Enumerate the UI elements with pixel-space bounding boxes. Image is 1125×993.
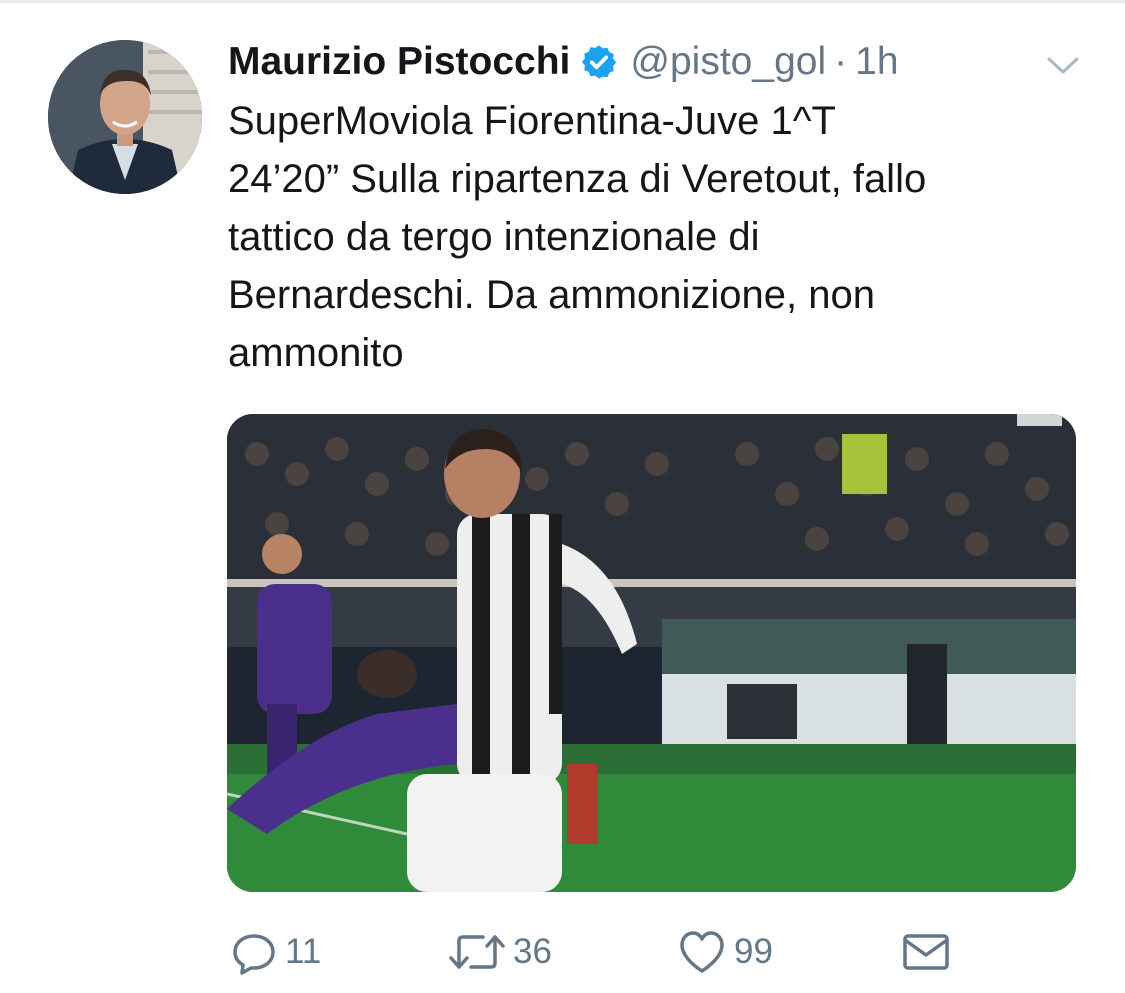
retweet-count: 36 [513, 932, 552, 971]
retweet-button[interactable]: 36 [447, 922, 552, 982]
tweet-timestamp[interactable]: 1h [855, 40, 898, 84]
avatar-photo [48, 40, 202, 194]
like-count: 99 [734, 932, 773, 971]
football-photo [227, 414, 1076, 892]
author-name[interactable]: Maurizio Pistocchi [228, 40, 570, 84]
direct-message-icon [900, 927, 952, 977]
top-divider [0, 0, 1125, 3]
header-separator: · [834, 40, 848, 83]
verified-badge-icon [580, 43, 618, 81]
tweet-media-image[interactable] [227, 414, 1076, 892]
tweet-header: Maurizio Pistocchi @pisto_gol · 1h [228, 34, 899, 90]
direct-message-button[interactable] [900, 922, 952, 982]
tweet-text: SuperMoviola Fiorentina-Juve 1^T 24’20” … [228, 99, 927, 375]
retweet-icon [447, 927, 507, 977]
like-button[interactable]: 99 [676, 922, 773, 982]
author-handle[interactable]: @pisto_gol [630, 40, 826, 84]
reply-count: 11 [285, 932, 322, 971]
reply-button[interactable]: 11 [229, 922, 321, 982]
reply-icon [229, 927, 279, 977]
chevron-down-icon[interactable] [1043, 45, 1083, 85]
heart-icon [676, 927, 728, 977]
avatar[interactable] [48, 40, 202, 194]
tweet-actions: 11 36 99 [0, 922, 1125, 982]
